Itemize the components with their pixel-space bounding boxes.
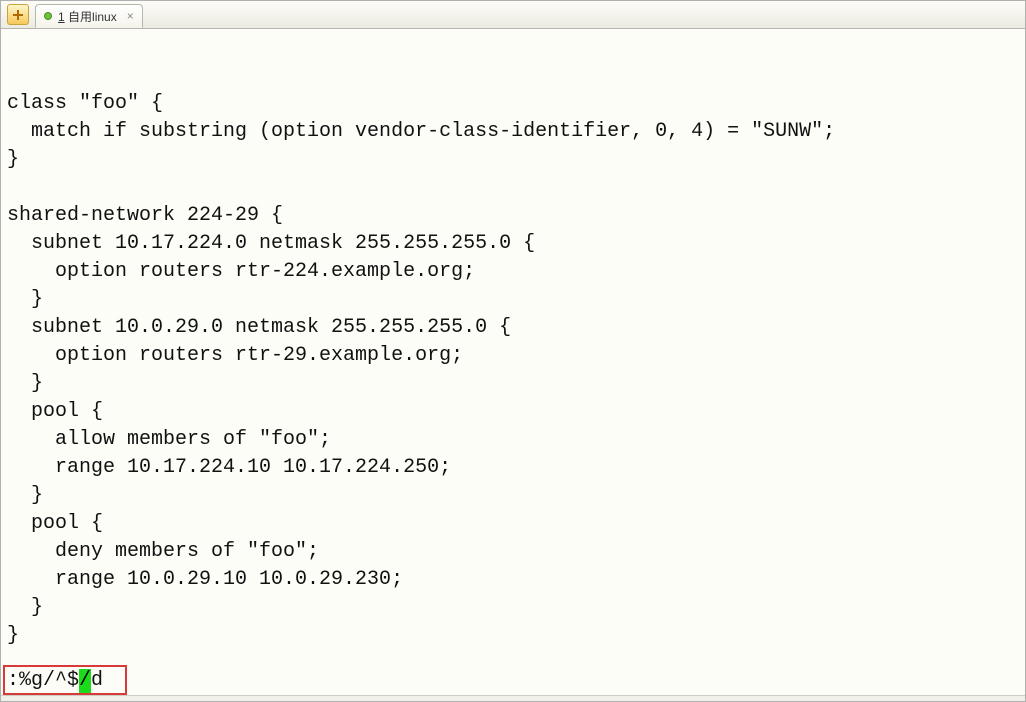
editor-area[interactable]: class "foo" { match if substring (option…	[1, 29, 1025, 695]
new-tab-button[interactable]	[7, 4, 29, 25]
tab-1[interactable]: 1 自用linux ×	[35, 4, 143, 28]
cmd-pre: :%g/^$	[7, 669, 79, 693]
tab-title-rest: 自用linux	[65, 10, 117, 24]
terminal-window: 1 自用linux × class "foo" { match if subst…	[0, 0, 1026, 702]
status-dot-icon	[44, 12, 52, 20]
vim-command-line[interactable]: :%g/^$/d	[7, 669, 103, 693]
tab-index: 1	[58, 10, 65, 24]
tab-bar: 1 自用linux ×	[1, 1, 1025, 29]
editor-text[interactable]: class "foo" { match if substring (option…	[7, 34, 1021, 667]
plus-icon	[12, 9, 24, 21]
cmd-post: d	[91, 669, 103, 693]
tab-label: 1 自用linux	[58, 8, 117, 25]
tab-close-button[interactable]: ×	[127, 9, 134, 23]
cmd-cursor: /	[79, 669, 91, 693]
bottom-border	[1, 695, 1025, 701]
